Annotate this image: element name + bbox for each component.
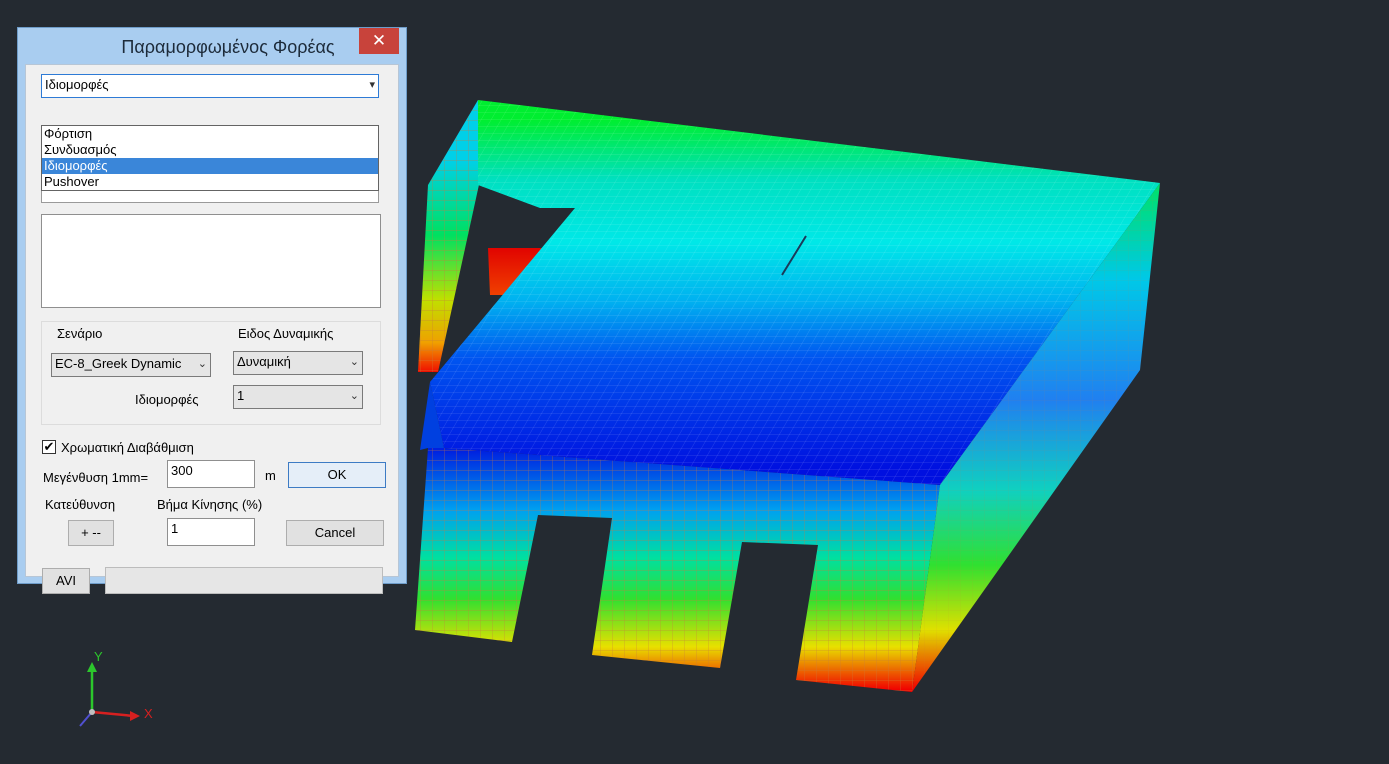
checkmark-icon: ✔ — [43, 439, 55, 454]
modes-value: 1 — [237, 388, 245, 403]
y-axis-label: Y — [94, 649, 103, 664]
animation-progress-bar — [105, 567, 383, 594]
modes-label: Ιδιομορφές — [135, 392, 199, 407]
deformed-structure-dialog: Παραμορφωμένος Φορέας ✕ Ιδιομορφές ▾ Φόρ… — [17, 27, 407, 594]
dynamic-type-label: Ειδος Δυναμικής — [238, 326, 334, 341]
scenario-value: EC-8_Greek Dynamic — [55, 356, 182, 371]
magnification-input[interactable]: 300 — [167, 460, 255, 488]
x-axis-label: X — [144, 706, 153, 721]
color-scale-label: Χρωματική Διαβάθμιση — [61, 440, 194, 455]
option-loading[interactable]: Φόρτιση — [42, 126, 378, 142]
close-icon: ✕ — [371, 31, 387, 50]
result-type-dropdown[interactable]: Φόρτιση Συνδυασμός Ιδιομορφές Pushover — [41, 125, 379, 191]
dynamic-type-value: Δυναμική — [237, 354, 291, 369]
option-modes[interactable]: Ιδιομορφές — [42, 158, 378, 174]
direction-button[interactable]: + -- — [68, 520, 114, 546]
step-label: Βήμα Κίνησης (%) — [157, 497, 263, 512]
scenario-label: Σενάριο — [57, 326, 103, 341]
magnification-unit: m — [265, 468, 276, 483]
chevron-down-icon: ▾ — [369, 79, 375, 91]
magnification-label: Μεγένθυση 1mm= — [43, 470, 149, 485]
chevron-down-icon: ⌄ — [349, 390, 359, 402]
chevron-down-icon: ⌄ — [197, 358, 207, 370]
axis-triad: Y X — [79, 649, 153, 727]
dynamic-type-select[interactable]: Δυναμική ⌄ — [233, 351, 363, 375]
result-type-combo[interactable]: Ιδιομορφές ▾ — [41, 74, 379, 98]
direction-label: Κατεύθυνση — [45, 497, 116, 512]
color-scale-checkbox[interactable]: ✔ — [42, 440, 56, 454]
close-button[interactable]: ✕ — [359, 28, 399, 54]
cancel-button[interactable]: Cancel — [286, 520, 384, 546]
avi-button[interactable]: AVI — [42, 568, 90, 594]
step-input[interactable]: 1 — [167, 518, 255, 546]
load-combo-remnant — [41, 191, 379, 203]
option-combination[interactable]: Συνδυασμός — [42, 142, 378, 158]
result-type-value: Ιδιομορφές — [45, 77, 109, 92]
option-pushover[interactable]: Pushover — [42, 174, 378, 190]
chevron-down-icon: ⌄ — [349, 356, 359, 368]
results-listbox[interactable] — [41, 214, 381, 308]
dialog-client: Ιδιομορφές ▾ Φόρτιση Συνδυασμός Ιδιομορφ… — [25, 64, 399, 594]
scenario-select[interactable]: EC-8_Greek Dynamic ⌄ — [51, 353, 211, 377]
modes-select[interactable]: 1 ⌄ — [233, 385, 363, 409]
ok-button[interactable]: OK — [288, 462, 386, 488]
